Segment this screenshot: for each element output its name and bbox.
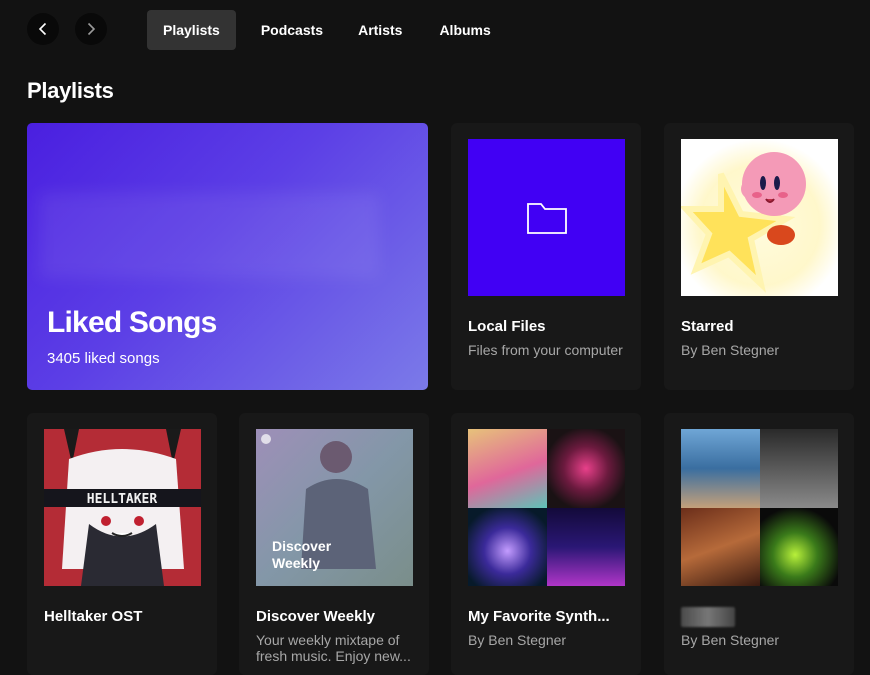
top-bar: Playlists Podcasts Artists Albums (0, 0, 870, 60)
playlist-card-helltaker[interactable]: HELLTAKER Helltaker OST (27, 413, 217, 675)
redacted-playlist-title (681, 607, 735, 627)
tab-playlists[interactable]: Playlists (147, 10, 236, 50)
liked-songs-count: 3405 liked songs (47, 350, 160, 367)
playlist-cover (681, 429, 838, 586)
playlist-cover (681, 139, 838, 296)
playlist-subtitle: Your weekly mixtape of fresh music. Enjo… (256, 632, 411, 664)
album-art-1 (681, 429, 760, 508)
svg-text:Discover: Discover (272, 538, 332, 554)
playlist-card-starred[interactable]: Starred By Ben Stegner (664, 123, 854, 390)
playlist-cover: Discover Weekly (256, 429, 413, 586)
playlist-subtitle: By Ben Stegner (681, 632, 780, 648)
tab-artists[interactable]: Artists (342, 10, 418, 50)
playlist-card-synth[interactable]: My Favorite Synth... By Ben Stegner (451, 413, 641, 675)
playlist-card-local-files[interactable]: Local Files Files from your computer (451, 123, 641, 390)
playlist-title: Local Files (468, 318, 546, 335)
playlist-title: Helltaker OST (44, 608, 143, 625)
playlist-cover: HELLTAKER (44, 429, 201, 586)
playlist-subtitle: By Ben Stegner (468, 632, 567, 648)
playlist-subtitle: By Ben Stegner (681, 342, 780, 358)
playlist-card-redacted[interactable]: By Ben Stegner (664, 413, 854, 675)
folder-icon (526, 202, 567, 234)
section-title: Playlists (27, 78, 114, 103)
playlist-cover (468, 139, 625, 296)
tab-podcasts[interactable]: Podcasts (245, 10, 339, 50)
playlist-title: Discover Weekly (256, 608, 375, 625)
album-art-1 (468, 429, 547, 508)
library-tabs: Playlists Podcasts Artists Albums (147, 10, 507, 50)
forward-button[interactable] (75, 13, 107, 45)
album-art-4 (546, 507, 625, 586)
back-button[interactable] (27, 13, 59, 45)
playlist-subtitle: Files from your computer (468, 342, 623, 358)
album-art-3 (681, 507, 760, 586)
svg-text:HELLTAKER: HELLTAKER (87, 492, 158, 507)
star-character-artwork (681, 139, 838, 296)
playlist-title: Starred (681, 318, 734, 335)
chevron-left-icon (38, 22, 47, 36)
album-art-2 (546, 429, 625, 508)
playlist-card-discover-weekly[interactable]: Discover Weekly Discover Weekly Your wee… (239, 413, 429, 675)
discover-weekly-artwork: Discover Weekly (256, 429, 413, 586)
album-art-3 (468, 507, 547, 586)
liked-songs-title: Liked Songs (47, 306, 217, 339)
album-art-4 (759, 507, 838, 586)
chevron-right-icon (87, 22, 96, 36)
playlist-title: My Favorite Synth... (468, 608, 610, 625)
album-art-2 (759, 429, 838, 508)
liked-songs-card[interactable]: Liked Songs 3405 liked songs (27, 123, 428, 390)
blurred-track-preview (39, 193, 379, 278)
playlist-cover (468, 429, 625, 586)
helltaker-artwork: HELLTAKER (44, 429, 201, 586)
svg-text:Weekly: Weekly (272, 555, 320, 571)
tab-albums[interactable]: Albums (423, 10, 506, 50)
